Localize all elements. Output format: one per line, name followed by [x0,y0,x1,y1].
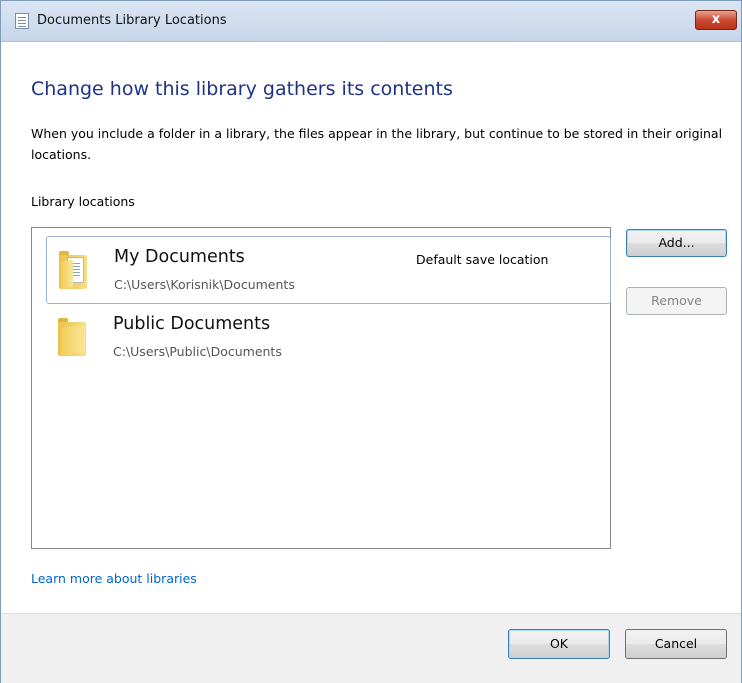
library-locations-label: Library locations [31,194,135,209]
ok-button[interactable]: OK [508,629,610,659]
title-bar[interactable]: Documents Library Locations x [1,1,741,42]
window-title: Documents Library Locations [37,13,227,28]
cancel-button[interactable]: Cancel [625,629,727,659]
library-icon [15,13,29,29]
location-item-my-documents[interactable]: My Documents C:\Users\Korisnik\Documents… [46,236,611,304]
location-path: C:\Users\Korisnik\Documents [114,277,295,292]
dialog-window: Documents Library Locations x Change how… [0,0,742,683]
learn-more-link[interactable]: Learn more about libraries [31,571,197,586]
remove-button[interactable]: Remove [626,287,727,315]
default-save-location-badge: Default save location [416,252,549,267]
location-name: My Documents [114,247,245,267]
library-locations-list[interactable]: My Documents C:\Users\Korisnik\Documents… [31,227,611,549]
page-title: Change how this library gathers its cont… [31,78,453,100]
description-text: When you include a folder in a library, … [31,126,723,162]
close-icon: x [711,12,721,27]
close-button[interactable]: x [695,10,737,30]
folder-icon [58,318,88,356]
location-name: Public Documents [113,314,271,334]
location-item-public-documents[interactable]: Public Documents C:\Users\Public\Documen… [46,304,611,372]
location-path: C:\Users\Public\Documents [113,344,282,359]
add-button[interactable]: Add... [626,229,727,257]
documents-folder-icon [59,251,89,289]
